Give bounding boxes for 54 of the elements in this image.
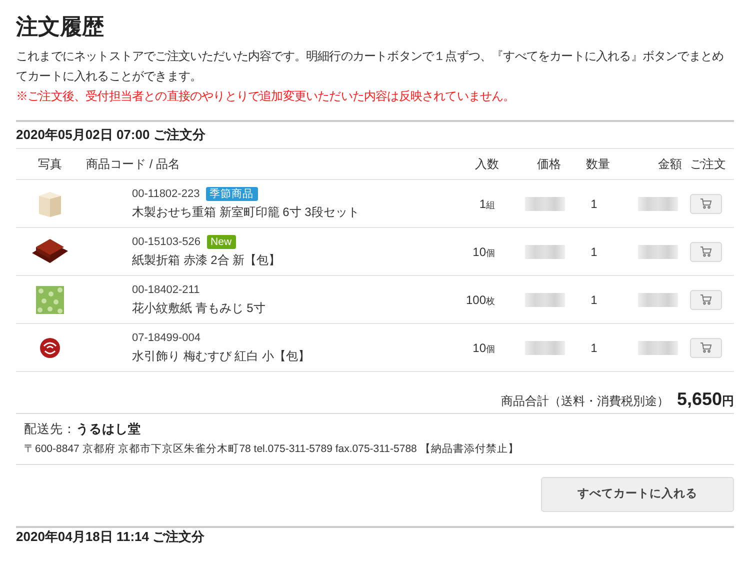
- product-name: 水引飾り 梅むすび 紅白 小【包】: [132, 348, 310, 366]
- description-text: これまでにネットストアでご注文いただいた内容です。明細行のカートボタンで１点ずつ、『すべてをカートに入れる』ボタンでまとめてカートに入れることができます。: [16, 48, 725, 85]
- product-name: 紙製折箱 赤漆 2合 新【包】: [132, 252, 281, 270]
- wooden-box-image: [37, 190, 63, 218]
- add-to-cart-button[interactable]: [690, 290, 722, 310]
- blurred-price: [525, 340, 565, 354]
- order-quantity: 1: [590, 196, 598, 212]
- blurred-price: [525, 244, 565, 258]
- pack-quantity: 10個: [472, 340, 495, 356]
- column-header: ご注文: [689, 156, 726, 173]
- add-to-cart-button[interactable]: [690, 242, 722, 262]
- blurred-amount: [638, 292, 678, 306]
- add-to-cart-button[interactable]: [690, 338, 722, 358]
- product-code: 07-18499-004: [132, 330, 201, 346]
- order-date-heading: 2020年04月18日 11:14 ご注文分: [16, 529, 205, 545]
- order-quantity: 1: [590, 340, 598, 356]
- total-amount: 5,650円: [676, 388, 734, 411]
- column-header: 商品コード / 品名: [86, 156, 180, 173]
- column-header: 入数: [474, 156, 499, 173]
- blurred-amount: [638, 340, 678, 354]
- order-quantity: 1: [590, 292, 598, 308]
- knot-ornament-image: [38, 336, 62, 358]
- cart-icon: [700, 246, 712, 257]
- column-header: 価格: [536, 156, 562, 173]
- column-header: 数量: [585, 156, 611, 173]
- shipping-address: 〒600-8847 京都府 京都市下京区朱雀分木町78 tel.075-311-5789 fax.075-311-5788 【納品書添付禁止】: [24, 442, 519, 457]
- add-all-to-cart-button[interactable]: すべてカートに入れる: [541, 477, 734, 512]
- product-code: 00-11802-223: [132, 186, 200, 202]
- product-tag: New: [206, 235, 236, 249]
- order-date-heading: 2020年05月02日 07:00 ご注文分: [16, 126, 206, 144]
- product-code: 00-18402-211: [132, 282, 200, 298]
- blurred-price: [525, 196, 565, 210]
- cart-icon: [700, 198, 712, 209]
- pack-quantity: 10個: [472, 244, 495, 260]
- page-title: 注文履歴: [16, 13, 105, 41]
- shipping-destination: 配送先：うるはし堂: [24, 421, 141, 438]
- blurred-price: [525, 292, 565, 306]
- pack-quantity: 100枚: [466, 292, 495, 308]
- add-to-cart-button[interactable]: [690, 194, 722, 214]
- blurred-amount: [638, 196, 678, 210]
- product-name: 花小紋敷紙 青もみじ 5寸: [132, 300, 266, 318]
- blurred-amount: [638, 244, 678, 258]
- column-header: 写真: [37, 156, 63, 173]
- notice-text: ※ご注文後、受付担当者との直接のやりとりで追加変更いただいた内容は反映されていません。: [16, 88, 516, 105]
- cart-icon: [700, 342, 712, 353]
- total-label: 商品合計（送料・消費税別途）: [500, 393, 669, 410]
- patterned-paper-image: [36, 286, 64, 314]
- pack-quantity: 1組: [479, 196, 495, 212]
- product-code: 00-15103-526: [132, 234, 201, 250]
- order-quantity: 1: [590, 244, 598, 260]
- cart-icon: [700, 294, 712, 305]
- product-tag: 季節商品: [206, 187, 258, 201]
- product-name: 木製おせち重箱 新室町印籠 6寸 3段セット: [132, 204, 360, 222]
- column-header: 金額: [657, 156, 682, 173]
